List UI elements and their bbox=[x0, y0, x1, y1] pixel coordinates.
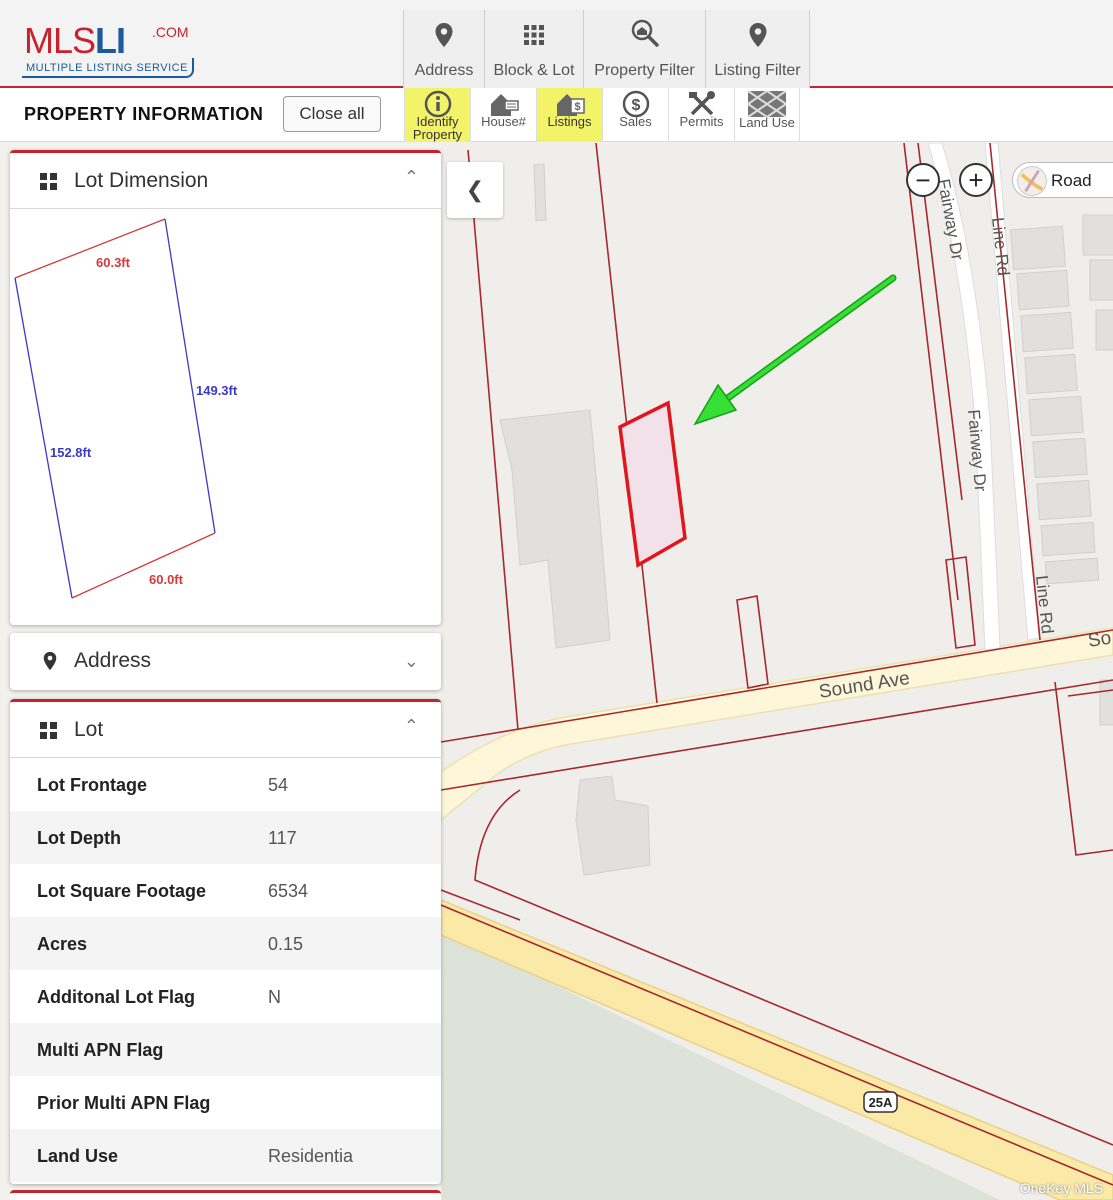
table-row: Prior Multi APN Flag bbox=[10, 1076, 441, 1129]
logo-brand: MLSLI bbox=[24, 20, 126, 61]
logo-tagline: MULTIPLE LISTING SERVICE bbox=[26, 62, 188, 74]
table-row: Lot Square Footage 6534 bbox=[10, 864, 441, 917]
row-key: Prior Multi APN Flag bbox=[37, 1093, 211, 1113]
plus-icon: + bbox=[968, 165, 984, 195]
page-title: PROPERTY INFORMATION bbox=[24, 104, 264, 124]
dim-top: 60.3ft bbox=[96, 255, 131, 270]
svg-text:$: $ bbox=[574, 101, 580, 113]
zoom-in-button[interactable]: + bbox=[959, 163, 993, 197]
address-header[interactable]: Address ⌄ bbox=[10, 633, 441, 689]
tool-sales[interactable]: $ Sales bbox=[602, 88, 668, 142]
map-pin-icon bbox=[435, 23, 453, 47]
tab-address-label: Address bbox=[414, 62, 474, 79]
table-row: Additonal Lot Flag N bbox=[10, 970, 441, 1023]
map-style-toggle[interactable]: Road bbox=[1012, 162, 1113, 198]
row-key: Multi APN Flag bbox=[37, 1040, 164, 1060]
tab-property-filter-label: Property Filter bbox=[594, 62, 695, 79]
tab-address[interactable]: Address bbox=[403, 10, 484, 88]
map-canvas[interactable]: Fairway Dr Fairway Dr Line Rd Line Rd So… bbox=[441, 143, 1113, 1200]
map-pin-icon bbox=[43, 651, 57, 671]
lot-panel: Lot ⌃ Lot Frontage 54 Lot Depth 117 Lot Sq… bbox=[10, 699, 441, 1184]
row-key: Additonal Lot Flag bbox=[37, 987, 195, 1007]
app-root: MLSLI .COM MULTIPLE LISTING SERVICE Addr… bbox=[0, 0, 1113, 1200]
tab-listing-filter[interactable]: Listing Filter bbox=[705, 10, 810, 88]
map-style-label: Road bbox=[1051, 171, 1092, 190]
lot-title: Lot bbox=[74, 718, 104, 741]
label-line-rd-1: Line Rd bbox=[988, 216, 1013, 276]
tool-identify-property[interactable]: Identify Property bbox=[404, 88, 470, 142]
map-layer: Fairway Dr Fairway Dr Line Rd Line Rd So… bbox=[441, 143, 1113, 1200]
address-title: Address bbox=[74, 649, 152, 672]
tab-listing-filter-label: Listing Filter bbox=[714, 62, 801, 79]
row-key: Lot Depth bbox=[37, 828, 121, 848]
row-key: Acres bbox=[37, 934, 88, 954]
lot-dimension-title: Lot Dimension bbox=[74, 169, 209, 192]
row-value: N bbox=[268, 987, 281, 1007]
route-25a-label: 25A bbox=[869, 1095, 893, 1110]
dim-left: 152.8ft bbox=[50, 445, 92, 460]
green-arrow bbox=[693, 274, 897, 426]
route-25a-shield: 25A bbox=[863, 1091, 898, 1113]
row-value: 6534 bbox=[268, 881, 309, 901]
row-value: 0.15 bbox=[268, 934, 304, 954]
tool-house-number[interactable]: House# bbox=[470, 88, 536, 142]
row-key: Lot Square Footage bbox=[37, 881, 207, 901]
tool-identify-label: Identify Property bbox=[412, 114, 463, 142]
row-value: 54 bbox=[268, 775, 289, 795]
row-value: Residentia bbox=[268, 1146, 354, 1166]
lot-header[interactable]: Lot ⌃ bbox=[10, 702, 441, 758]
row-key: Lot Frontage bbox=[37, 775, 147, 795]
tool-permits[interactable]: Permits bbox=[668, 88, 734, 142]
property-toolbar: PROPERTY INFORMATION Close all Identify … bbox=[0, 88, 1113, 142]
tab-block-lot-label: Block & Lot bbox=[493, 62, 575, 79]
lot-dimension-header[interactable]: Lot Dimension ⌃ bbox=[10, 153, 441, 209]
sound-ave-road bbox=[441, 627, 1113, 821]
watermark: OneKey MLS bbox=[1019, 1180, 1103, 1196]
table-row: Lot Depth 117 bbox=[10, 811, 441, 864]
address-panel[interactable]: Address ⌄ bbox=[10, 633, 441, 690]
map-pin-icon bbox=[749, 23, 766, 47]
grid-icon bbox=[524, 25, 544, 45]
lot-table: Lot Frontage 54 Lot Depth 117 Lot Square F… bbox=[10, 758, 441, 1182]
tool-land-use-label: Land Use bbox=[739, 115, 795, 130]
grid-icon bbox=[40, 722, 58, 740]
tool-sales-label: Sales bbox=[619, 114, 652, 129]
table-row: Multi APN Flag bbox=[10, 1023, 441, 1076]
label-sound-ave-cut: So bbox=[1086, 628, 1112, 652]
tool-land-use[interactable]: Land Use bbox=[734, 88, 800, 142]
lot-dimension-diagram: 60.3ft 149.3ft 152.8ft 60.0ft bbox=[14, 218, 238, 599]
dim-right: 149.3ft bbox=[196, 383, 238, 398]
tab-block-lot[interactable]: Block & Lot bbox=[484, 10, 583, 88]
mlsli-logo[interactable]: MLSLI .COM MULTIPLE LISTING SERVICE bbox=[22, 18, 202, 80]
minus-icon: − bbox=[915, 165, 931, 195]
svg-text:$: $ bbox=[631, 97, 640, 114]
land-use-icon bbox=[747, 90, 787, 118]
dim-bottom: 60.0ft bbox=[149, 572, 184, 587]
chevron-left-icon: ❮ bbox=[465, 177, 485, 202]
logo-dotcom: .COM bbox=[152, 24, 189, 40]
tab-property-filter[interactable]: Property Filter bbox=[583, 10, 705, 88]
highlighted-lot[interactable] bbox=[618, 400, 687, 568]
row-key: Land Use bbox=[37, 1146, 119, 1166]
zoom-out-button[interactable]: − bbox=[906, 163, 940, 197]
close-all-button[interactable]: Close all bbox=[283, 96, 381, 132]
table-row: Acres 0.15 bbox=[10, 917, 441, 970]
chevron-up-icon[interactable]: ⌃ bbox=[404, 716, 419, 737]
chevron-up-icon[interactable]: ⌃ bbox=[404, 167, 419, 188]
road-map-icon bbox=[1017, 166, 1047, 196]
top-header: MLSLI .COM MULTIPLE LISTING SERVICE Addr… bbox=[0, 0, 1113, 88]
search-house-icon bbox=[631, 19, 659, 47]
lot-dimension-panel: Lot Dimension ⌃ 60.3ft 149.3ft 152.8ft 6… bbox=[10, 150, 441, 625]
collapse-panel-button[interactable]: ❮ bbox=[447, 162, 503, 218]
row-value: 117 bbox=[268, 828, 297, 848]
table-row: Lot Frontage 54 bbox=[10, 758, 441, 811]
table-row: Land Use Residentia bbox=[10, 1129, 441, 1182]
tool-house-number-label: House# bbox=[481, 114, 526, 129]
chevron-down-icon[interactable]: ⌄ bbox=[404, 651, 419, 672]
tool-listings-label: Listings bbox=[547, 114, 592, 129]
grid-icon bbox=[40, 173, 58, 191]
next-panel-edge bbox=[10, 1190, 441, 1200]
tool-permits-label: Permits bbox=[679, 114, 724, 129]
tool-listings[interactable]: $ Listings bbox=[536, 88, 602, 142]
